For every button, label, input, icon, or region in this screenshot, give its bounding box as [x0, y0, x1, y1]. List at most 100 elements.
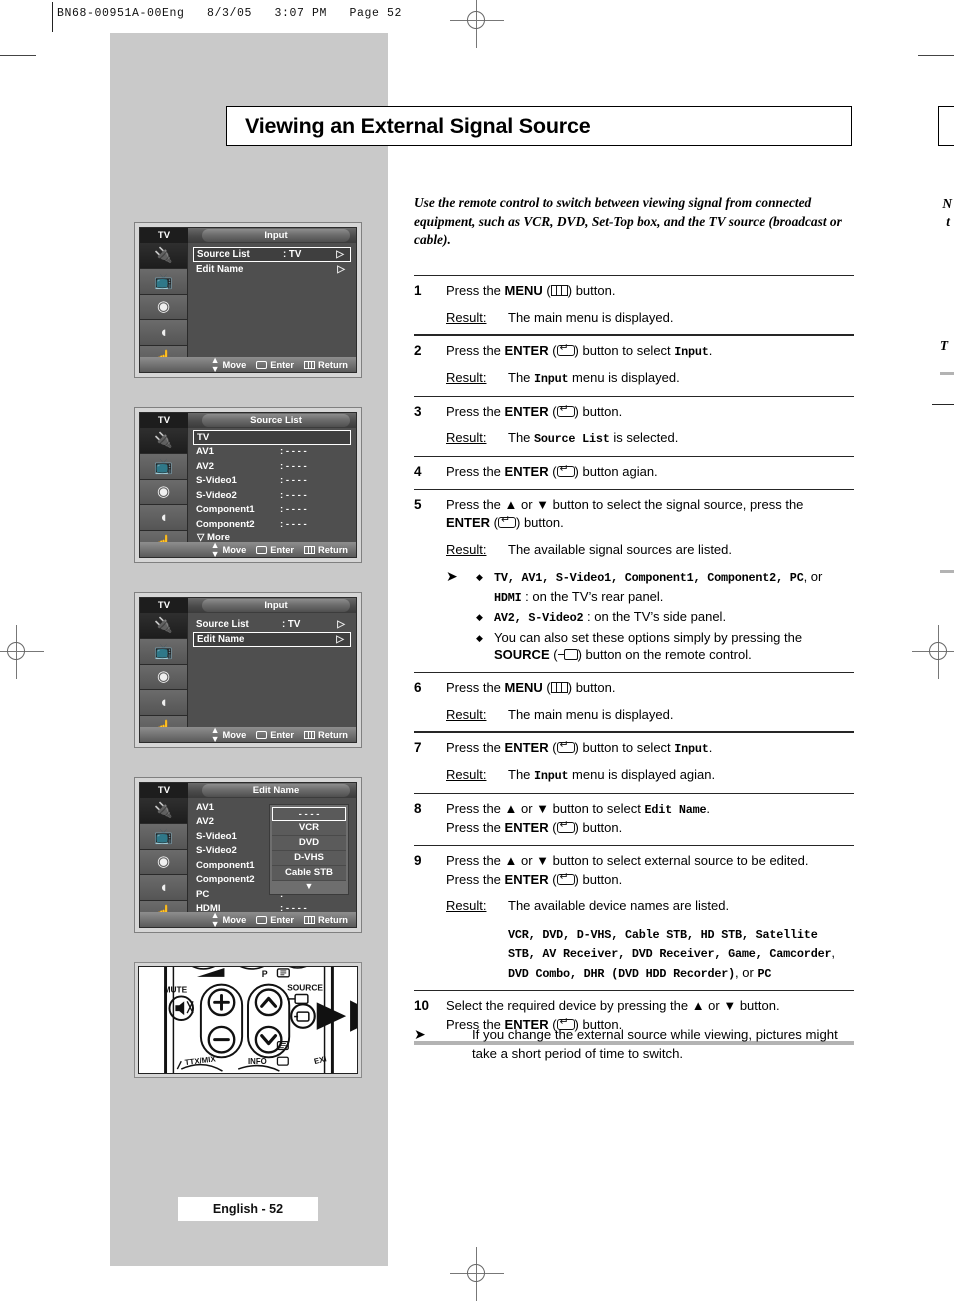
- step-7: 7 Press the ENTER () button to select In…: [414, 733, 854, 793]
- button-name-enter: ENTER: [504, 464, 549, 480]
- step-text-pre: Press the: [446, 283, 505, 299]
- rail-item-channel[interactable]: ◖: [140, 505, 188, 532]
- osd-menu-list: TV AV1 : - - - - AV2 : - - - - S-Video1 …: [188, 428, 356, 557]
- speaker-icon: ◉: [156, 483, 171, 501]
- dropdown-item-vcr[interactable]: VCR: [272, 821, 346, 836]
- tip-text: If you change the external source while …: [472, 1027, 838, 1061]
- device-list-line3: DVD Combo, DHR (DVD HDD Recorder): [508, 966, 736, 981]
- tv-icon: 📺: [154, 827, 173, 845]
- dropdown-item-blank[interactable]: - - - -: [272, 807, 346, 821]
- menu-icon: [304, 545, 316, 554]
- instruction-steps: 1 Press the MENU () button. Result: The …: [414, 275, 854, 1045]
- rail-item-picture[interactable]: 📺: [140, 823, 188, 850]
- osd-row-label: Component1: [196, 504, 255, 516]
- tv-icon: 📺: [154, 642, 173, 660]
- footer-enter: Enter: [256, 360, 294, 370]
- step-result: Result: The main menu is displayed.: [446, 706, 854, 725]
- plug-icon: 🔌: [154, 246, 173, 264]
- rail-item-sound[interactable]: ◉: [140, 664, 188, 691]
- dropdown-item-cable-stb[interactable]: Cable STB: [272, 866, 346, 881]
- speaker-icon: ◉: [156, 298, 171, 316]
- device-list-or: , or: [735, 964, 758, 980]
- osd-row-value: : - - - -: [280, 504, 307, 516]
- rail-item-input[interactable]: 🔌: [140, 798, 188, 824]
- device-list-pc: PC: [757, 966, 772, 981]
- note-arrow-icon: ➤: [446, 568, 458, 585]
- source-hdmi: HDMI: [494, 590, 522, 605]
- osd-row-label: AV2: [196, 460, 214, 472]
- step-result: Result: The available signal sources are…: [446, 541, 854, 560]
- chevron-right-icon: ▷: [337, 619, 345, 630]
- device-list-comma: ,: [831, 945, 835, 961]
- osd-row-label: S-Video1: [196, 830, 237, 842]
- device-name-dropdown[interactable]: - - - - VCR DVD D-VHS Cable STB ▼: [269, 804, 349, 895]
- osd-title: Source List: [202, 414, 350, 427]
- osd-row-source-list[interactable]: Source List : TV ▷: [193, 617, 351, 632]
- footer-return-label: Return: [318, 729, 348, 740]
- rail-item-picture[interactable]: 📺: [140, 268, 188, 295]
- note-bullet-1: ◆ TV, AV1, S-Video1, Component1, Compone…: [476, 568, 854, 607]
- rail-item-channel[interactable]: ◖: [140, 875, 188, 902]
- osd-title-bar: TV Input: [140, 598, 356, 613]
- osd-row-component1[interactable]: Component1 : - - - -: [193, 503, 351, 518]
- footer-return: Return: [304, 730, 348, 740]
- rail-item-picture[interactable]: 📺: [140, 638, 188, 665]
- result-post: is selected.: [609, 430, 679, 446]
- crop-mark-top-right: [918, 55, 954, 56]
- rail-item-input[interactable]: 🔌: [140, 243, 188, 269]
- osd-row-value: : - - - -: [280, 518, 307, 530]
- footer-return-label: Return: [318, 914, 348, 925]
- footer-move-label: Move: [222, 544, 247, 555]
- osd-row-edit-name[interactable]: Edit Name ▷: [193, 632, 351, 647]
- rail-item-picture[interactable]: 📺: [140, 453, 188, 480]
- diamond-icon: ◆: [476, 612, 483, 623]
- osd-menu-list: AV1 AV2 S-Video1 : S-Video2 : Component1: [188, 798, 356, 927]
- remote-p-label: P: [262, 969, 268, 979]
- osd-menu-list: Source List : TV ▷ Edit Name ▷: [188, 613, 356, 742]
- dropdown-item-dvd[interactable]: DVD: [272, 836, 346, 851]
- step-text-pre: Press the: [446, 739, 505, 755]
- plug-icon: 🔌: [154, 431, 173, 449]
- rail-item-input[interactable]: 🔌: [140, 613, 188, 639]
- osd-row-source-list[interactable]: Source List : TV ▷: [193, 247, 351, 262]
- osd-row-tv[interactable]: TV: [193, 430, 351, 445]
- chevron-down-icon[interactable]: ▼: [272, 881, 346, 892]
- remote-source-label: SOURCE: [287, 983, 323, 993]
- dropdown-item-d-vhs[interactable]: D-VHS: [272, 851, 346, 866]
- registration-mark-bottom: [450, 1247, 504, 1301]
- osd-icon-rail: 🔌 📺 ◉ ◖ ☝: [140, 243, 188, 372]
- osd-row-av1[interactable]: AV1 : - - - -: [193, 445, 351, 460]
- remote-control-illustration: MUTE P SOURCE TTX/MIX INFO EXI: [164, 967, 357, 1073]
- speaker-icon: ◉: [156, 853, 171, 871]
- menu-icon: [304, 730, 316, 739]
- osd-row-component2[interactable]: Component2 : - - - -: [193, 517, 351, 532]
- step-6: 6 Press the MENU () button. Result: The …: [414, 673, 854, 731]
- note-block: ➤ ◆ TV, AV1, S-Video1, Component1, Compo…: [446, 568, 854, 665]
- osd-row-s-video1[interactable]: S-Video1 : - - - -: [193, 474, 351, 489]
- rail-item-channel[interactable]: ◖: [140, 690, 188, 717]
- menu-icon: [550, 285, 568, 297]
- button-name-enter: ENTER: [504, 820, 549, 836]
- osd-screenshot-source-list: TV Source List 🔌 📺 ◉ ◖ ☝ TV AV1 : - - - …: [134, 407, 362, 563]
- step-number: 1: [414, 283, 422, 299]
- osd-row-label: AV1: [196, 446, 214, 458]
- rail-item-input[interactable]: 🔌: [140, 428, 188, 454]
- rail-item-channel[interactable]: ◖: [140, 320, 188, 347]
- osd-row-av2[interactable]: AV2 : - - - -: [193, 459, 351, 474]
- step-result: Result: The Input menu is displayed agia…: [446, 766, 854, 786]
- footer-enter-label: Enter: [270, 914, 295, 925]
- button-name-source: SOURCE: [494, 647, 550, 663]
- device-list-line1: VCR, DVD, D-VHS, Cable STB, HD STB, Sate…: [508, 927, 818, 942]
- bleed-rule-1: [940, 372, 954, 375]
- rail-item-sound[interactable]: ◉: [140, 479, 188, 506]
- osd-title: Input: [202, 229, 350, 242]
- step-text-pre: Press the: [446, 871, 505, 887]
- osd-row-s-video2[interactable]: S-Video2 : - - - -: [193, 488, 351, 503]
- step-4: 4 Press the ENTER () button agian.: [414, 457, 854, 489]
- osd-row-edit-name[interactable]: Edit Name ▷: [193, 262, 351, 277]
- enter-icon: [556, 463, 575, 478]
- rail-item-sound[interactable]: ◉: [140, 849, 188, 876]
- rail-item-sound[interactable]: ◉: [140, 294, 188, 321]
- osd-icon-rail: 🔌 📺 ◉ ◖ ☝: [140, 613, 188, 742]
- osd-tv-tag: TV: [140, 413, 188, 428]
